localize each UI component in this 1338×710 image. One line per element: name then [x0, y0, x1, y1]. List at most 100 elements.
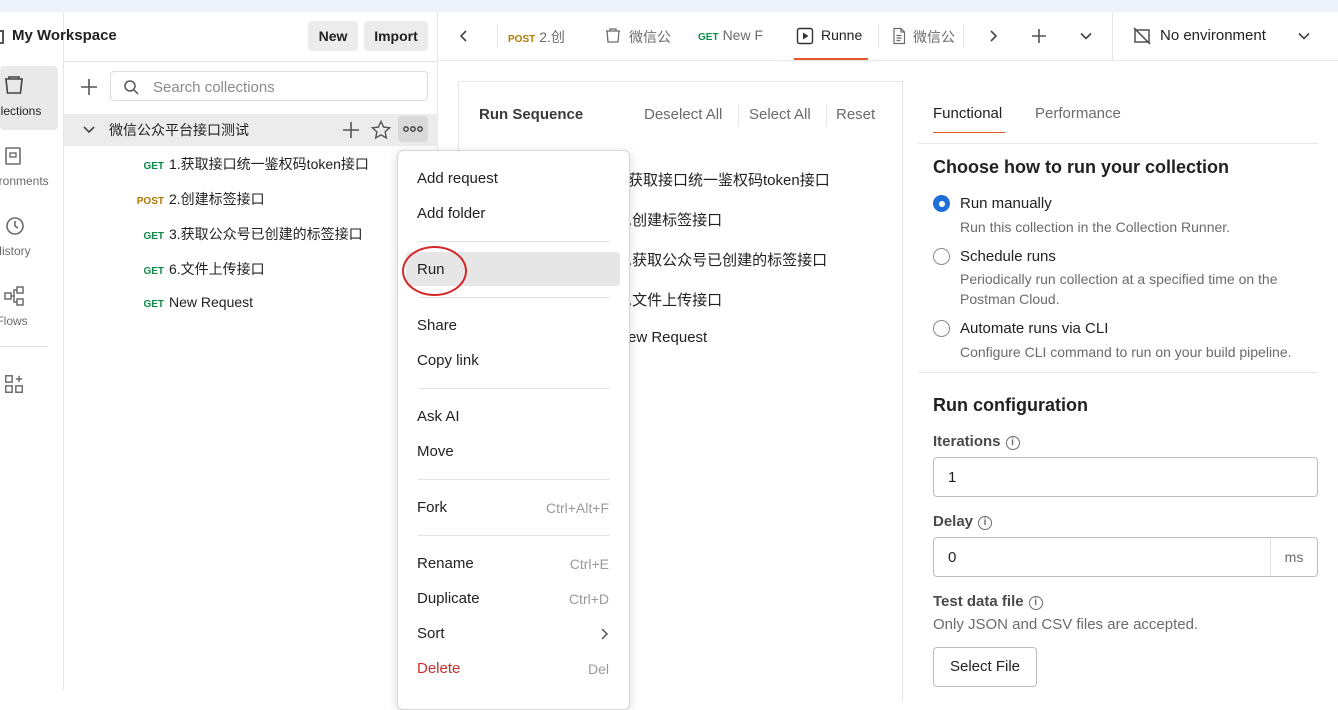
new-tab-icon[interactable] [1029, 26, 1049, 46]
no-environment-icon [1133, 27, 1151, 45]
more-options-button[interactable] [398, 116, 428, 142]
sequence-item[interactable]: .文件上传接口 [628, 289, 722, 310]
environment-selector[interactable]: No environment [1130, 12, 1325, 60]
schedule-runs-label[interactable]: Schedule runs [960, 248, 1056, 265]
delay-input[interactable]: 0 ms [933, 537, 1318, 577]
iterations-input[interactable]: 1 [933, 457, 1318, 497]
config-divider [918, 372, 1318, 373]
tab-functional[interactable]: Functional [933, 105, 1002, 122]
request-item[interactable]: GET 1.获取接口统一鉴权码token接口 [130, 154, 369, 174]
menu-share[interactable]: Share [417, 317, 457, 334]
request-name: 3.获取公众号已创建的标签接口 [169, 226, 363, 242]
menu-separator [418, 241, 610, 242]
rail-environments[interactable]: Environments [0, 136, 58, 200]
test-data-label: Test data file [933, 593, 1024, 610]
tab-separator [878, 24, 879, 48]
automate-cli-radio[interactable] [933, 320, 950, 337]
menu-rename[interactable]: Rename [417, 555, 474, 572]
chevron-down-icon[interactable] [82, 123, 96, 137]
tab-label: New F [722, 27, 764, 43]
request-name: 1.获取接口统一鉴权码token接口 [169, 156, 369, 172]
tab-list-chevron-icon[interactable] [1079, 29, 1093, 43]
icon-rail: Collections Environments History Flows [0, 12, 64, 690]
menu-add-request[interactable]: Add request [417, 170, 498, 187]
workspace-title[interactable]: My Workspace [12, 27, 117, 44]
run-manually-desc: Run this collection in the Collection Ru… [960, 219, 1231, 235]
delete-shortcut: Del [587, 661, 609, 677]
menu-move[interactable]: Move [417, 443, 454, 460]
menu-delete[interactable]: Delete [417, 660, 460, 677]
rail-divider [0, 346, 48, 347]
info-icon[interactable]: i [978, 516, 993, 530]
add-request-icon[interactable] [340, 119, 362, 141]
collection-context-menu: Add request Add folder Run Share Copy li… [397, 150, 630, 710]
workspace-icon [0, 30, 4, 44]
schedule-runs-radio[interactable] [933, 248, 950, 265]
new-button[interactable]: New [308, 21, 358, 51]
rail-history[interactable]: History [0, 206, 58, 270]
document-icon [893, 27, 906, 45]
request-item[interactable]: GET 3.获取公众号已创建的标签接口 [130, 224, 363, 244]
request-name: New Request [169, 294, 254, 310]
collection-row[interactable]: 微信公众平台接口测试 [64, 114, 438, 146]
rail-flows-label: Flows [0, 314, 28, 328]
history-icon [6, 217, 24, 235]
tab-collection[interactable]: 微信公 [604, 12, 674, 60]
rail-history-label: History [0, 244, 31, 258]
menu-fork[interactable]: Fork [417, 499, 447, 516]
tab-bar: POST 2.创 微信公 GET New F Runne 微信公 No enviro… [438, 12, 1338, 61]
tab-runner[interactable]: Runne [794, 12, 868, 60]
sequence-item[interactable]: 获取接口统一鉴权码token接口 [628, 169, 830, 190]
add-collection-icon[interactable] [78, 74, 100, 100]
delay-value: 0 [948, 549, 957, 566]
import-button[interactable]: Import [364, 21, 428, 51]
info-icon[interactable]: i [1028, 596, 1043, 610]
reset-button[interactable]: Reset [836, 106, 875, 123]
request-name: 6.文件上传接口 [169, 261, 265, 277]
tab-document[interactable]: 微信公 [890, 12, 956, 60]
rail-flows[interactable]: Flows [0, 276, 58, 340]
select-file-button[interactable]: Select File [933, 647, 1037, 687]
rail-collections[interactable]: Collections [0, 66, 58, 130]
request-item[interactable]: POST 2.创建标签接口 [130, 189, 265, 209]
menu-sort[interactable]: Sort [417, 625, 445, 642]
chevron-right-icon[interactable] [985, 28, 1001, 44]
seq-action-separator [826, 104, 827, 126]
select-all-button[interactable]: Select All [749, 106, 811, 123]
run-manually-label[interactable]: Run manually [960, 195, 1052, 212]
collection-name: 微信公众平台接口测试 [109, 122, 249, 138]
star-icon[interactable] [370, 119, 392, 141]
window-top-strip [0, 0, 1338, 12]
tab-performance[interactable]: Performance [1035, 105, 1121, 122]
chevron-left-icon[interactable] [456, 28, 472, 44]
tab-separator [497, 24, 498, 48]
deselect-all-button[interactable]: Deselect All [644, 106, 722, 123]
menu-duplicate[interactable]: Duplicate [417, 590, 480, 607]
sequence-item[interactable]: ew Request [628, 329, 707, 346]
tab-label: 微信公 [913, 29, 955, 45]
rename-shortcut: Ctrl+E [569, 556, 609, 572]
iterations-value: 1 [948, 469, 957, 486]
tab-post-create-tag[interactable]: POST 2.创 [508, 12, 580, 60]
tab-get-new-request[interactable]: GET New F [698, 12, 768, 60]
chevron-down-icon [1298, 32, 1310, 40]
menu-copy-link[interactable]: Copy link [417, 352, 479, 369]
request-item[interactable]: GET New Request [130, 294, 253, 314]
request-item[interactable]: GET 6.文件上传接口 [130, 259, 265, 279]
choose-run-heading: Choose how to run your collection [933, 157, 1230, 177]
schedule-runs-desc: Periodically run collection at a specifi… [960, 271, 1278, 307]
automate-cli-label[interactable]: Automate runs via CLI [960, 320, 1108, 337]
header-divider [64, 61, 438, 62]
menu-separator [418, 479, 610, 480]
run-manually-radio[interactable] [933, 195, 950, 212]
menu-add-folder[interactable]: Add folder [417, 205, 485, 222]
tab-label: 2.创 [539, 29, 565, 45]
sequence-item[interactable]: .创建标签接口 [628, 209, 722, 230]
search-collections[interactable]: Search collections [110, 71, 428, 101]
run-annotation-circle [402, 246, 467, 296]
menu-ask-ai[interactable]: Ask AI [417, 408, 460, 425]
sequence-item[interactable]: .获取公众号已创建的标签接口 [628, 249, 827, 270]
apps-icon[interactable] [3, 373, 25, 395]
runner-tabs-divider [918, 143, 1318, 144]
info-icon[interactable]: i [1005, 436, 1020, 450]
